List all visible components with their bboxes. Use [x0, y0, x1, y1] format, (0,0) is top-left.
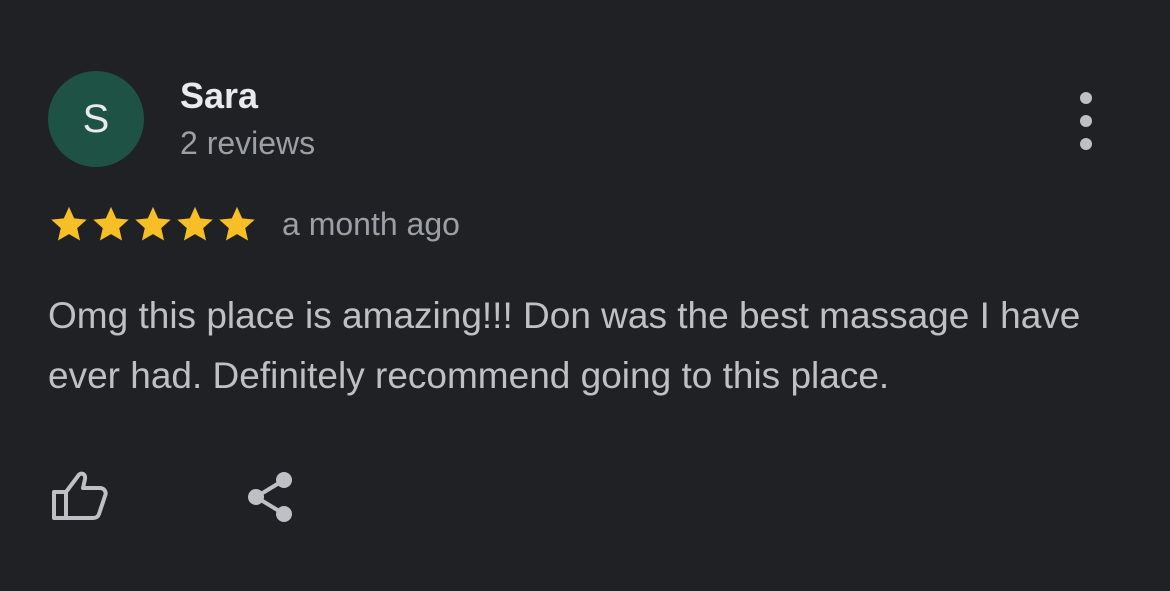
thumbs-up-icon	[52, 471, 108, 520]
share-button[interactable]	[244, 470, 296, 524]
star-icon	[177, 206, 213, 241]
author-name[interactable]: Sara	[180, 74, 258, 118]
like-button[interactable]	[50, 468, 110, 522]
more-options-button[interactable]	[1062, 92, 1110, 150]
more-vert-icon	[1080, 92, 1092, 150]
review-text: Omg this place is amazing!!! Don was the…	[48, 295, 1081, 396]
star-icon	[219, 206, 255, 241]
avatar[interactable]: S	[48, 71, 144, 167]
star-rating	[48, 203, 258, 245]
star-icon	[135, 206, 171, 241]
review-time: a month ago	[282, 206, 460, 242]
star-icon	[51, 206, 87, 241]
star-icon	[93, 206, 129, 241]
share-icon	[248, 472, 292, 522]
rating-row: a month ago	[48, 203, 460, 245]
review-card: S Sara 2 reviews a month ago Omg this pl…	[0, 0, 1170, 591]
review-count[interactable]: 2 reviews	[180, 123, 315, 163]
avatar-letter: S	[82, 96, 110, 141]
